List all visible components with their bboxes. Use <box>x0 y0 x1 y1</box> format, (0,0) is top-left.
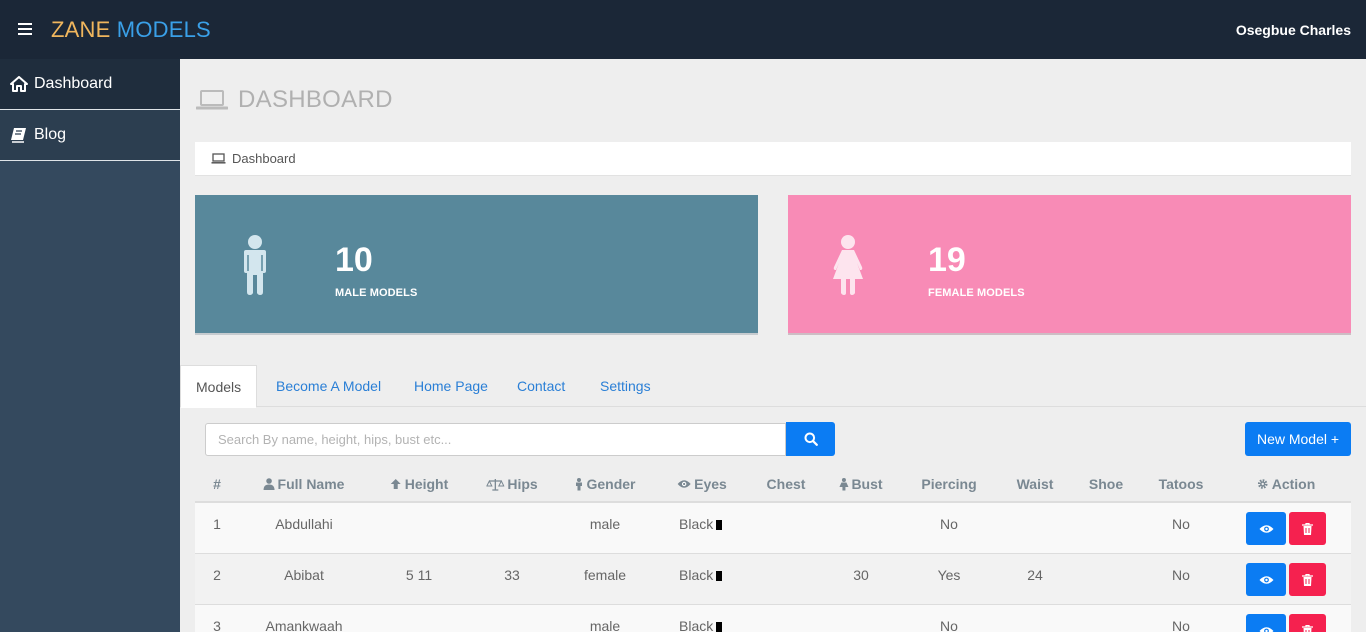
col-header-waist: Waist <box>1016 476 1054 492</box>
eye-color-swatch <box>716 622 723 632</box>
sidebar-item-blog[interactable]: Blog <box>0 110 180 161</box>
gear-icon <box>1257 479 1268 489</box>
brand-part-2: MODELS <box>116 17 211 42</box>
tab-models[interactable]: Models <box>180 365 258 408</box>
eye-icon <box>1259 575 1273 584</box>
table-row: 1 Abdullahi male Black No No <box>195 503 1351 554</box>
search-input[interactable] <box>205 423 786 456</box>
brand-logo[interactable]: ZANE MODELS <box>51 17 211 43</box>
female-icon <box>833 235 863 295</box>
eye-icon <box>1259 626 1273 632</box>
col-header-hips: Hips <box>486 476 538 492</box>
cell-piercing: Yes <box>937 567 961 583</box>
male-models-label: MALE MODELS <box>335 287 418 299</box>
cell-bust: 30 <box>853 567 869 583</box>
table-row: 2 Abibat 5 11 33 female Black 30 Yes 24 … <box>195 554 1351 605</box>
arrow-up-icon <box>390 479 401 489</box>
balance-scale-icon <box>486 478 505 491</box>
cell-number: 1 <box>213 516 221 532</box>
col-header-chest: Chest <box>766 476 806 492</box>
col-header-shoe: Shoe <box>1088 476 1124 492</box>
cell-tatoos: No <box>1172 516 1190 532</box>
top-navbar: ZANE MODELS Osegbue Charles <box>0 0 1366 59</box>
female-models-count: 19 <box>928 241 966 279</box>
male-models-card: 10 MALE MODELS <box>195 195 758 335</box>
sidebar: Dashboard Blog <box>0 59 180 632</box>
cell-gender: male <box>589 516 621 532</box>
delete-button[interactable] <box>1289 512 1326 545</box>
col-header-full-name: Full Name <box>263 476 344 492</box>
tab-home-page[interactable]: Home Page <box>414 365 488 407</box>
trash-icon <box>1302 522 1313 535</box>
models-table: # Full Name Height Hips Gender Eyes Ches… <box>195 466 1351 632</box>
view-button[interactable] <box>1246 614 1286 632</box>
sidebar-item-dashboard[interactable]: Dashboard <box>0 59 180 110</box>
female-models-card: 19 FEMALE MODELS <box>788 195 1351 335</box>
col-header-bust: Bust <box>839 476 883 492</box>
page-header: DASHBOARD <box>196 86 393 114</box>
cell-tatoos: No <box>1172 567 1190 583</box>
cell-full-name: Abdullahi <box>275 516 333 532</box>
cell-full-name: Amankwaah <box>265 618 343 632</box>
view-button[interactable] <box>1246 563 1286 596</box>
laptop-icon <box>211 153 226 164</box>
cell-piercing: No <box>940 516 958 532</box>
eye-color-swatch <box>716 571 723 581</box>
cell-waist: 24 <box>1027 567 1043 583</box>
sidebar-item-label: Blog <box>34 126 67 143</box>
tabs-bar: Models Become A Model Home Page Contact … <box>180 365 1366 408</box>
male-models-count: 10 <box>335 241 373 279</box>
cell-eyes: Black <box>679 516 723 532</box>
cell-tatoos: No <box>1172 618 1190 632</box>
laptop-icon <box>196 90 228 110</box>
col-header-eyes: Eyes <box>677 476 727 492</box>
tab-settings[interactable]: Settings <box>600 365 651 407</box>
breadcrumb-item[interactable]: Dashboard <box>232 151 296 166</box>
table-header: # Full Name Height Hips Gender Eyes Ches… <box>195 466 1351 503</box>
user-name[interactable]: Osegbue Charles <box>1236 22 1351 38</box>
female-models-label: FEMALE MODELS <box>928 287 1025 299</box>
tab-contact[interactable]: Contact <box>517 365 565 407</box>
eye-icon <box>1259 524 1273 533</box>
brand-part-1: ZANE <box>51 17 111 42</box>
menu-toggle-icon[interactable] <box>18 23 32 35</box>
cell-eyes: Black <box>679 567 723 583</box>
cell-height: 5 11 <box>405 567 433 583</box>
view-button[interactable] <box>1246 512 1286 545</box>
male-icon <box>244 235 266 295</box>
delete-button[interactable] <box>1289 614 1326 632</box>
female-small-icon <box>839 477 849 490</box>
sidebar-item-label: Dashboard <box>34 75 113 92</box>
col-header-tatoos: Tatoos <box>1158 476 1204 492</box>
trash-icon <box>1302 624 1313 632</box>
user-icon <box>263 478 275 490</box>
new-model-button[interactable]: New Model + <box>1245 422 1351 456</box>
eye-color-swatch <box>716 520 723 530</box>
search-icon <box>804 432 818 446</box>
col-header-piercing: Piercing <box>921 476 977 492</box>
cell-piercing: No <box>940 618 958 632</box>
search-button[interactable] <box>786 422 835 456</box>
cell-gender: female <box>583 567 627 583</box>
cell-gender: male <box>589 618 621 632</box>
col-header-gender: Gender <box>574 476 636 492</box>
child-icon <box>575 477 582 490</box>
book-icon <box>11 128 26 143</box>
cell-hips: 33 <box>504 567 520 583</box>
trash-icon <box>1302 573 1313 586</box>
breadcrumb: Dashboard <box>195 142 1351 176</box>
eye-icon <box>677 480 691 488</box>
cell-number: 2 <box>213 567 221 583</box>
table-row: 3 Amankwaah male Black No No <box>195 605 1351 632</box>
cell-number: 3 <box>213 618 221 632</box>
col-header-number: # <box>213 476 221 492</box>
tab-become-a-model[interactable]: Become A Model <box>276 365 381 407</box>
cell-full-name: Abibat <box>284 567 324 583</box>
cell-eyes: Black <box>679 618 723 632</box>
delete-button[interactable] <box>1289 563 1326 596</box>
col-header-height: Height <box>390 476 448 492</box>
home-icon <box>10 76 28 92</box>
col-header-action: Action <box>1257 476 1315 492</box>
page-title: DASHBOARD <box>238 86 393 113</box>
